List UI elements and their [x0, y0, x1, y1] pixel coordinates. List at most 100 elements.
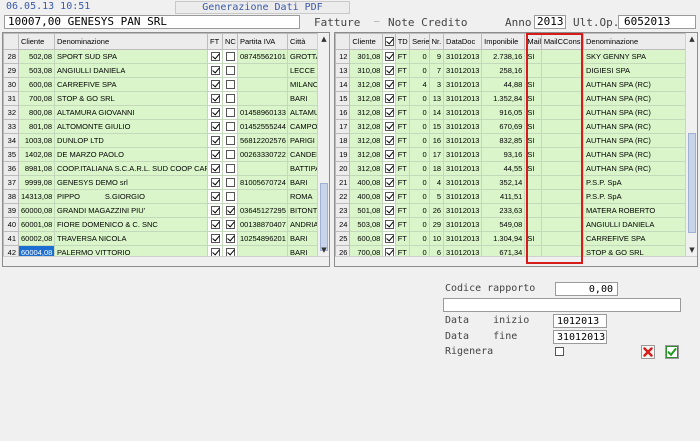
nr-cell[interactable]: 7 — [428, 63, 445, 78]
col-serie[interactable]: Serie — [409, 33, 430, 50]
select-all-checkbox[interactable] — [382, 33, 396, 50]
nr-cell[interactable]: 17 — [428, 147, 445, 162]
select-checkbox[interactable] — [384, 66, 394, 76]
select-checkbox[interactable] — [384, 234, 394, 244]
ft-checkbox[interactable] — [210, 122, 220, 132]
td-cell[interactable]: FT — [394, 91, 411, 106]
cliente-field[interactable]: 10007,00 GENESYS PAN SRL — [4, 15, 300, 29]
datadoc-cell[interactable]: 31012013 — [443, 203, 483, 218]
nc-checkbox-cell[interactable] — [222, 203, 238, 218]
partita-iva-cell[interactable]: 81005670724 — [237, 175, 288, 190]
cliente-cell[interactable]: 502,08 — [18, 49, 55, 64]
cliente-cell[interactable]: 312,08 — [349, 105, 384, 120]
mailccons-cell[interactable] — [540, 77, 585, 92]
denominazione-cell[interactable]: AUTHAN SPA (RC) — [583, 119, 687, 134]
denominazione-cell[interactable]: DUNLOP LTD — [54, 133, 208, 148]
cliente-cell[interactable]: 400,08 — [349, 175, 384, 190]
partita-iva-cell[interactable] — [237, 63, 288, 78]
nc-checkbox[interactable] — [225, 178, 235, 188]
col-citta[interactable]: Città — [287, 33, 320, 50]
ft-checkbox[interactable] — [210, 192, 220, 202]
table-row[interactable]: 19 312,08 FT 0 17 31012013 93,16 SI AUTHAN SPA (… — [335, 147, 687, 162]
datadoc-cell[interactable]: 31012013 — [443, 105, 483, 120]
ft-checkbox-cell[interactable] — [207, 91, 223, 106]
scroll-up-icon[interactable]: ▲ — [687, 34, 697, 44]
mail-cell[interactable] — [524, 217, 542, 232]
select-checkbox[interactable] — [384, 192, 394, 202]
citta-cell[interactable]: LECCE — [287, 63, 320, 78]
anno-field[interactable]: 2013 — [534, 15, 566, 29]
ft-checkbox-cell[interactable] — [207, 161, 223, 176]
denominazione-cell[interactable]: COOP.ITALIANA S.C.A.R.L. SUD COOP CARN — [54, 161, 208, 176]
datadoc-cell[interactable]: 31012013 — [443, 161, 483, 176]
nc-checkbox[interactable] — [225, 150, 235, 160]
nc-checkbox[interactable] — [225, 122, 235, 132]
ft-checkbox[interactable] — [210, 178, 220, 188]
select-checkbox[interactable] — [384, 108, 394, 118]
serie-cell[interactable]: 0 — [409, 49, 430, 64]
cliente-cell[interactable]: 1402,08 — [18, 147, 55, 162]
scroll-up-icon[interactable]: ▲ — [319, 34, 329, 44]
table-row[interactable]: 31 700,08 STOP & GO SRL BARI — [3, 91, 320, 106]
select-checkbox[interactable] — [384, 206, 394, 216]
partita-iva-cell[interactable] — [237, 189, 288, 204]
nr-cell[interactable]: 3 — [428, 77, 445, 92]
cliente-cell[interactable]: 800,08 — [18, 105, 55, 120]
cliente-cell[interactable]: 503,08 — [18, 63, 55, 78]
denominazione-cell[interactable]: AUTHAN SPA (RC) — [583, 77, 687, 92]
serie-cell[interactable]: 0 — [409, 147, 430, 162]
mail-cell[interactable]: SI — [524, 77, 542, 92]
nr-cell[interactable]: 14 — [428, 105, 445, 120]
select-checkbox-cell[interactable] — [382, 147, 396, 162]
imponibile-cell[interactable]: 352,14 — [481, 175, 526, 190]
nc-checkbox-cell[interactable] — [222, 133, 238, 148]
imponibile-cell[interactable]: 916,05 — [481, 105, 526, 120]
cliente-cell[interactable]: 1003,08 — [18, 133, 55, 148]
mail-cell[interactable]: SI — [524, 91, 542, 106]
citta-cell[interactable]: BARI — [287, 91, 320, 106]
cliente-cell[interactable]: 14313,08 — [18, 189, 55, 204]
serie-cell[interactable]: 0 — [409, 133, 430, 148]
denominazione-cell[interactable]: STOP & GO SRL — [54, 91, 208, 106]
col-imponibile[interactable]: Imponibile — [481, 33, 526, 50]
td-cell[interactable]: FT — [394, 147, 411, 162]
mailccons-cell[interactable] — [540, 147, 585, 162]
table-row[interactable]: 28 502,08 SPORT SUD SPA 08745562101 GROTTA — [3, 49, 320, 64]
col-mail[interactable]: Mail — [524, 33, 542, 50]
table-row[interactable]: 30 600,08 CARREFIVE SPA MILANO — [3, 77, 320, 92]
select-checkbox[interactable] — [384, 52, 394, 62]
cliente-cell[interactable]: 60001,08 — [18, 217, 55, 232]
serie-cell[interactable]: 0 — [409, 119, 430, 134]
partita-iva-cell[interactable] — [237, 161, 288, 176]
nc-checkbox[interactable] — [225, 94, 235, 104]
select-checkbox-cell[interactable] — [382, 217, 396, 232]
table-row[interactable]: 18 312,08 FT 0 16 31012013 832,85 SI AUTHAN SPA … — [335, 133, 687, 148]
cliente-cell[interactable]: 312,08 — [349, 147, 384, 162]
denominazione-cell[interactable]: MATERA ROBERTO — [583, 203, 687, 218]
denominazione-cell[interactable]: AUTHAN SPA (RC) — [583, 133, 687, 148]
serie-cell[interactable]: 0 — [409, 63, 430, 78]
td-cell[interactable]: FT — [394, 161, 411, 176]
select-checkbox[interactable] — [384, 220, 394, 230]
nc-checkbox[interactable] — [225, 136, 235, 146]
mailccons-cell[interactable] — [540, 119, 585, 134]
select-checkbox-cell[interactable] — [382, 161, 396, 176]
datadoc-cell[interactable]: 31012013 — [443, 119, 483, 134]
mailccons-cell[interactable] — [540, 49, 585, 64]
mail-cell[interactable]: SI — [524, 49, 542, 64]
ft-checkbox[interactable] — [210, 136, 220, 146]
imponibile-cell[interactable]: 44,55 — [481, 161, 526, 176]
imponibile-cell[interactable]: 258,16 — [481, 63, 526, 78]
denominazione-cell[interactable]: P.S.P. SpA — [583, 189, 687, 204]
ft-checkbox[interactable] — [210, 164, 220, 174]
citta-cell[interactable]: GROTTA — [287, 49, 320, 64]
denominazione-cell[interactable]: CARREFIVE SPA — [583, 231, 687, 246]
rigenera-checkbox[interactable] — [555, 347, 564, 356]
table-row[interactable]: 35 1402,08 DE MARZO PAOLO 00263330722 CANDEL — [3, 147, 320, 162]
td-cell[interactable]: FT — [394, 203, 411, 218]
ft-checkbox[interactable] — [210, 80, 220, 90]
serie-cell[interactable]: 4 — [409, 77, 430, 92]
mailccons-cell[interactable] — [540, 161, 585, 176]
citta-cell[interactable]: MILANO — [287, 77, 320, 92]
citta-cell[interactable]: PARIGI — [287, 133, 320, 148]
